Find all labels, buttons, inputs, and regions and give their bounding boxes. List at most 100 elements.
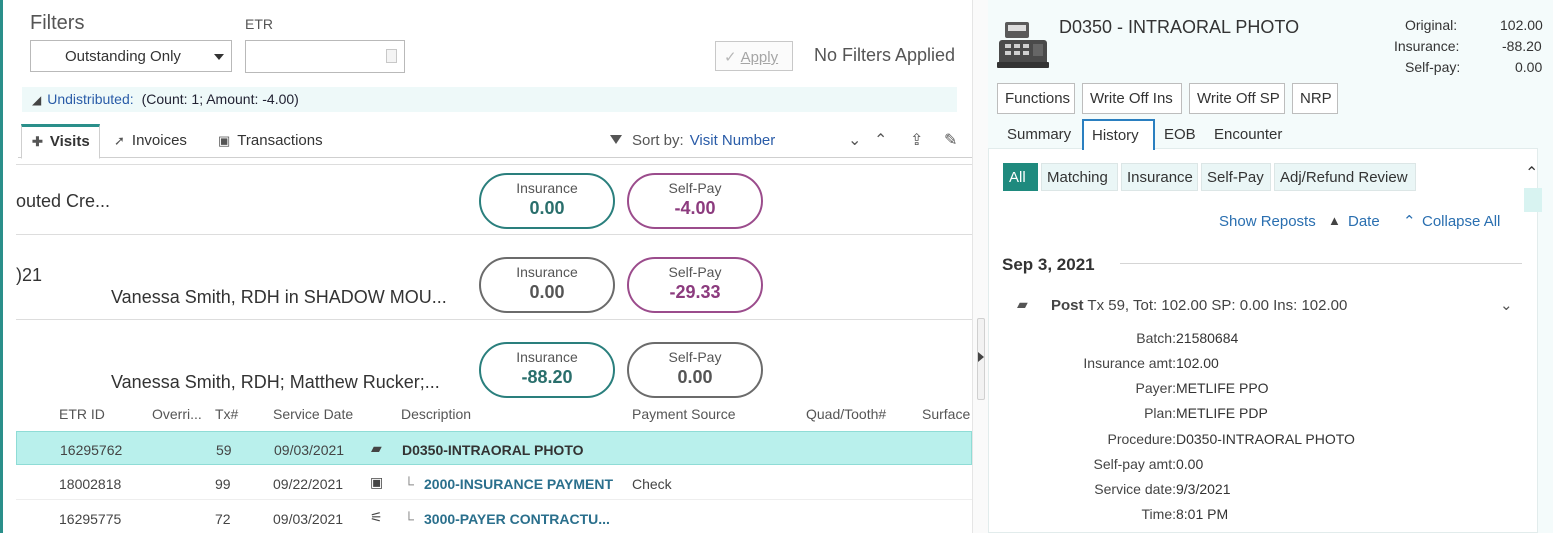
etr-label: ETR (245, 16, 273, 32)
insurance-balance-pill: Insurance -88.20 (479, 342, 615, 398)
filter-adj-refund-review[interactable]: Adj/Refund Review (1274, 163, 1416, 191)
tab-summary[interactable]: Summary (1007, 126, 1071, 143)
chevron-down-icon (214, 54, 224, 60)
panel-splitter[interactable] (972, 0, 988, 533)
selfpay-label: Self-pay: (1405, 59, 1461, 75)
etr-id: 16295775 (59, 511, 122, 527)
selfpay-amount: 0.00 (677, 367, 713, 387)
register-icon: ▰ (1017, 296, 1028, 312)
functions-button[interactable]: Functions (997, 83, 1075, 114)
insurance-balance-pill: Insurance 0.00 (479, 257, 615, 313)
undistributed-detail: (Count: 1; Amount: -4.00) (141, 91, 299, 107)
filter-insurance[interactable]: Insurance (1121, 163, 1198, 191)
sort-direction-icon[interactable] (610, 135, 622, 144)
insurance-amount: -88.20 (521, 367, 573, 387)
filter-all[interactable]: All (1003, 163, 1038, 191)
entry-field: Plan:METLIFE PDP (1144, 405, 1268, 421)
selfpay-label: Self-Pay (668, 180, 722, 196)
write-off-ins-button[interactable]: Write Off Ins (1082, 83, 1182, 114)
insurance-label: Insurance (516, 349, 578, 365)
detail-title: D0350 - INTRAORAL PHOTO (1059, 17, 1300, 37)
tab-invoices-label: Invoices (131, 132, 187, 149)
wrench-icon[interactable]: ✎ (944, 130, 957, 150)
tab-visits[interactable]: ✚ Visits (21, 124, 100, 159)
etr-input[interactable] (245, 40, 405, 73)
tab-invoices[interactable]: ➚ Invoices (114, 132, 187, 149)
pin-icon: ➚ (114, 133, 125, 148)
sort-asc-icon[interactable]: ▲ (1328, 213, 1341, 228)
adjust-icon: ⚟ (370, 509, 383, 525)
window-edge (0, 0, 3, 533)
column-service-date[interactable]: Service Date (273, 406, 353, 422)
visit-card[interactable]: )21 Vanessa Smith, RDH in SHADOW MOU... … (16, 234, 972, 318)
column-tx[interactable]: Tx# (215, 406, 238, 422)
selfpay-amount: -29.33 (669, 282, 721, 302)
date-sort-link[interactable]: Date (1348, 213, 1380, 230)
tab-transactions-label: Transactions (237, 132, 323, 149)
column-override[interactable]: Overri... (152, 406, 202, 422)
sort-value[interactable]: Visit Number (690, 132, 776, 149)
service-date: 09/22/2021 (273, 476, 344, 492)
etr-id: 18002818 (59, 476, 122, 492)
selfpay-amount: -4.00 (674, 198, 716, 218)
entry-action: Post (1051, 297, 1084, 314)
entry-field: Time:8:01 PM (1141, 506, 1229, 522)
visit-card[interactable]: Vanessa Smith, RDH; Matthew Rucker;... I… (16, 319, 972, 402)
column-quad-tooth[interactable]: Quad/Tooth# (806, 406, 886, 422)
calendar-icon[interactable] (386, 49, 397, 63)
scrollbar-thumb[interactable] (1524, 188, 1542, 212)
insurance-label: Insurance (516, 264, 578, 280)
entry-field: Service date:9/3/2021 (1094, 481, 1231, 497)
cash-register-icon (997, 22, 1049, 68)
tab-eob[interactable]: EOB (1164, 126, 1196, 143)
write-off-sp-button[interactable]: Write Off SP (1189, 83, 1285, 114)
description-link[interactable]: 2000-INSURANCE PAYMENT (424, 476, 613, 492)
show-reposts-link[interactable]: Show Reposts (1219, 213, 1316, 230)
undistributed-link[interactable]: Undistributed: (47, 91, 133, 107)
nrp-button[interactable]: NRP (1292, 83, 1338, 114)
selfpay-label: Self-Pay (668, 349, 722, 365)
collapse-all-icon[interactable]: ⌃ (874, 130, 887, 150)
column-description[interactable]: Description (401, 406, 471, 422)
tab-encounter[interactable]: Encounter (1214, 126, 1282, 143)
filter-matching[interactable]: Matching (1041, 163, 1118, 191)
tab-transactions[interactable]: ▣ Transactions (218, 132, 323, 149)
visit-card[interactable]: outed Cre... Insurance 0.00 Self-Pay -4.… (16, 164, 972, 233)
list-tabs: ✚ Visits ➚ Invoices ▣ Transactions Sort by:… (18, 124, 973, 159)
collapse-all-link[interactable]: Collapse All (1422, 213, 1500, 230)
column-etr-id[interactable]: ETR ID (59, 406, 105, 422)
table-row[interactable]: 18002818 99 09/22/2021 ▣ └ 2000-INSURANC… (16, 466, 972, 500)
apply-button[interactable]: ✓ Apply (715, 41, 793, 71)
service-date: 09/03/2021 (273, 511, 344, 527)
tab-visits-label: Visits (49, 133, 90, 150)
table-row[interactable]: 16295775 72 09/03/2021 ⚟ └ 3000-PAYER CO… (16, 501, 972, 533)
pin-icon: ◢ (32, 93, 42, 107)
entry-summary: Tx 59, Tot: 102.00 SP: 0.00 Ins: 102.00 (1087, 297, 1348, 314)
column-surface[interactable]: Surface (922, 406, 970, 422)
register-icon: ▰ (371, 440, 382, 456)
scroll-up-icon[interactable]: ⌃ (1525, 163, 1538, 183)
status-filter-value: Outstanding Only (65, 48, 181, 65)
tab-history[interactable]: History (1082, 119, 1155, 150)
sort-control[interactable]: Sort by: Visit Number (610, 132, 775, 149)
insurance-label: Insurance: (1394, 38, 1460, 54)
entry-field: Insurance amt:102.00 (1083, 355, 1219, 371)
payment-source: Check (632, 476, 672, 492)
description: D0350-INTRAORAL PHOTO (402, 442, 584, 458)
selfpay-balance-pill: Self-Pay 0.00 (627, 342, 763, 398)
chevron-down-icon[interactable]: ⌄ (1500, 296, 1513, 314)
description-link[interactable]: 3000-PAYER CONTRACTU... (424, 511, 610, 527)
original-label: Original: (1405, 17, 1458, 33)
collapse-icon[interactable]: ⌃ (1403, 212, 1416, 230)
selfpay-balance-pill: Self-Pay -4.00 (627, 173, 763, 229)
filter-self-pay[interactable]: Self-Pay (1201, 163, 1271, 191)
status-filter-select[interactable]: Outstanding Only (30, 40, 232, 72)
table-row[interactable]: 16295762 59 09/03/2021 ▰ D0350-INTRAORAL… (16, 431, 972, 465)
insurance-amount: 0.00 (529, 282, 565, 302)
expand-all-icon[interactable]: ⌄ (848, 130, 861, 150)
sort-label: Sort by: (632, 132, 684, 149)
export-icon[interactable]: ⇪ (910, 130, 923, 150)
chevron-right-icon[interactable] (978, 352, 984, 362)
column-payment-source[interactable]: Payment Source (632, 406, 736, 422)
history-entry-summary[interactable]: Post Tx 59, Tot: 102.00 SP: 0.00 Ins: 10… (1051, 297, 1347, 314)
